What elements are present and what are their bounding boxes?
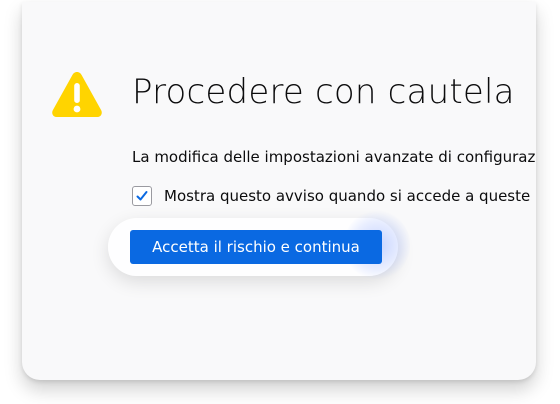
warning-description: La modifica delle impostazioni avanzate …: [132, 148, 536, 166]
show-warning-checkbox-label: Mostra questo avviso quando si accede a …: [164, 187, 536, 205]
checkmark-icon: [136, 191, 148, 201]
show-warning-checkbox-row[interactable]: Mostra questo avviso quando si accede a …: [132, 184, 536, 208]
warning-page: Procedere con cautela La modifica delle …: [22, 2, 536, 380]
page-title: Procedere con cautela: [132, 72, 515, 112]
show-warning-checkbox[interactable]: [132, 186, 152, 206]
accept-risk-button[interactable]: Accetta il rischio e continua: [130, 230, 382, 264]
warning-triangle-icon: [52, 72, 102, 117]
